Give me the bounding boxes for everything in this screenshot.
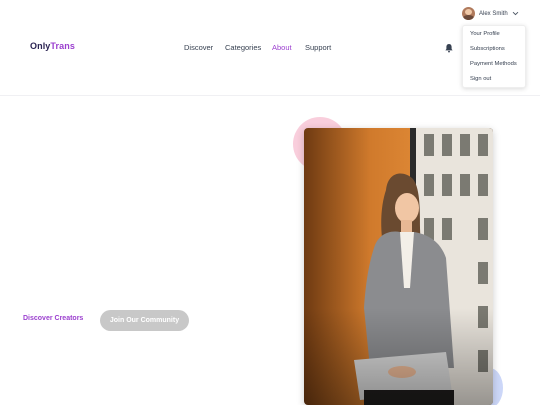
user-name: Alex Smith bbox=[479, 10, 508, 17]
nav-item-discover[interactable]: Discover bbox=[184, 43, 213, 52]
page: OnlyTrans Discover Categories About Supp… bbox=[0, 0, 540, 405]
chevron-down-icon bbox=[512, 11, 518, 16]
menu-item-your-profile[interactable]: Your Profile bbox=[470, 31, 500, 37]
menu-item-subscriptions[interactable]: Subscriptions bbox=[470, 46, 505, 52]
user-dropdown-menu: Your Profile Subscriptions Payment Metho… bbox=[462, 25, 526, 88]
join-community-button[interactable]: Join Our Community bbox=[100, 310, 189, 331]
main-nav: Discover Categories About Support bbox=[0, 43, 540, 55]
bell-icon[interactable] bbox=[444, 43, 454, 53]
hero-photo bbox=[304, 128, 493, 405]
nav-item-categories[interactable]: Categories bbox=[225, 43, 261, 52]
nav-item-support[interactable]: Support bbox=[305, 43, 331, 52]
nav-item-about[interactable]: About bbox=[272, 43, 292, 52]
user-menu-toggle[interactable]: Alex Smith bbox=[462, 6, 519, 21]
menu-item-sign-out[interactable]: Sign out bbox=[470, 76, 491, 82]
site-header: OnlyTrans Discover Categories About Supp… bbox=[0, 0, 540, 96]
avatar bbox=[462, 7, 475, 20]
menu-item-payment-methods[interactable]: Payment Methods bbox=[470, 61, 517, 67]
hero-photo-illustration bbox=[304, 128, 493, 405]
discover-creators-button[interactable]: Discover Creators bbox=[23, 315, 83, 322]
